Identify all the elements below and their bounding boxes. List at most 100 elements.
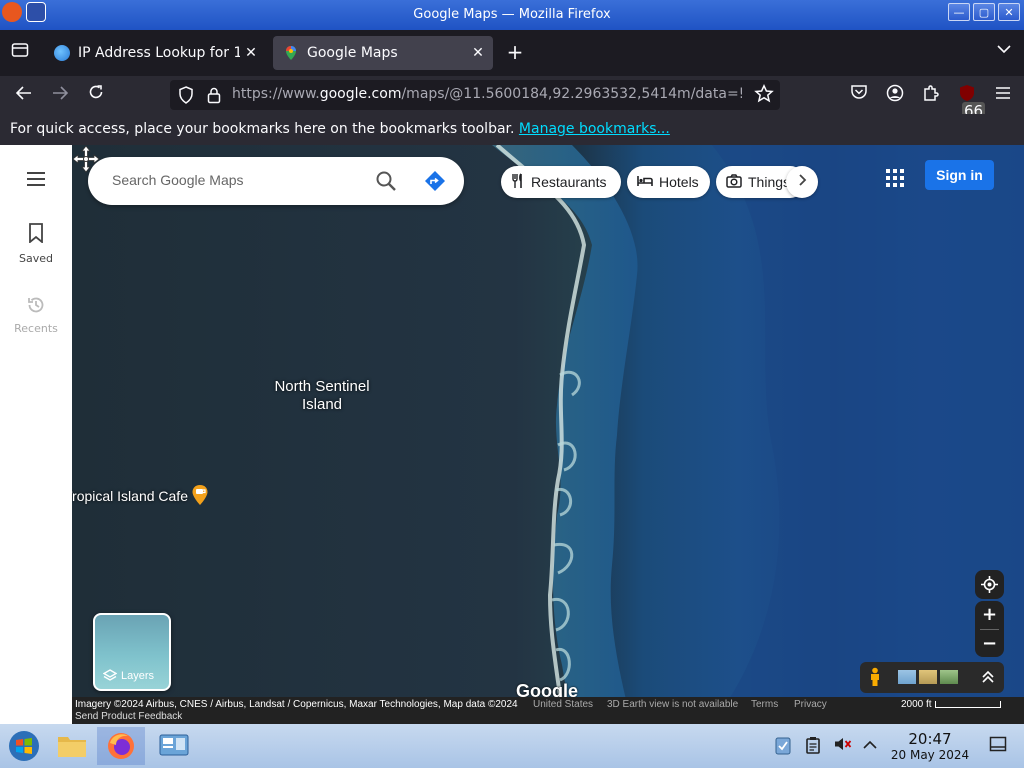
country-link[interactable]: United States [533, 699, 593, 710]
saved-label: Saved [19, 252, 53, 265]
expand-up-icon[interactable] [982, 670, 994, 684]
firefox-icon [108, 733, 134, 759]
chips-next-button[interactable] [786, 166, 818, 198]
manage-bookmarks-link[interactable]: Manage bookmarks... [519, 121, 670, 137]
url-text[interactable]: https://www.google.com/maps/@11.5600184,… [232, 86, 742, 102]
layers-button[interactable]: Layers [93, 613, 171, 691]
forward-button[interactable] [48, 84, 72, 106]
tab-close-icon[interactable]: ✕ [240, 45, 262, 61]
location-crosshair-icon [981, 576, 998, 593]
recents-label: Recents [14, 322, 58, 335]
place-label-north-sentinel[interactable]: North Sentinel Island [262, 378, 382, 414]
fork-knife-icon [511, 172, 525, 192]
recents-button[interactable]: Recents [0, 295, 72, 335]
search-icon[interactable] [374, 169, 398, 193]
clock[interactable]: 20:47 20 May 2024 [880, 730, 980, 762]
volume-muted-icon[interactable] [833, 736, 853, 756]
imagery-thumbnail-3[interactable] [940, 670, 958, 684]
maximize-button[interactable]: ▢ [973, 3, 995, 21]
globe-icon [54, 45, 70, 61]
tray-expand-chevron-icon[interactable] [860, 736, 880, 756]
tab-ip-lookup[interactable]: IP Address Lookup for 14 ✕ [44, 36, 266, 70]
chip-restaurants[interactable]: Restaurants [501, 166, 621, 198]
close-button[interactable]: ✕ [998, 3, 1020, 21]
hamburger-menu-icon [996, 87, 1010, 99]
map-footer: Imagery ©2024 Airbus, CNES / Airbus, Lan… [72, 697, 1024, 724]
bookmark-icon [29, 223, 43, 244]
layers-label-row: Layers [103, 669, 154, 683]
scale-label[interactable]: 2000 ft [901, 699, 932, 710]
hamburger-menu-icon [27, 172, 45, 186]
pocket-button[interactable] [848, 84, 870, 106]
earth-view-notice: 3D Earth view is not available [607, 699, 739, 710]
chip-label: Restaurants [531, 174, 607, 190]
back-button[interactable] [12, 84, 36, 106]
terms-link[interactable]: Terms [751, 699, 778, 710]
chip-label: Hotels [659, 174, 699, 190]
clipboard-tray-icon[interactable] [803, 736, 823, 756]
pocket-icon [851, 85, 867, 99]
minimize-button[interactable]: — [948, 3, 970, 21]
account-button[interactable] [884, 84, 906, 106]
search-input[interactable]: Search Google Maps [112, 172, 244, 188]
bookmark-star-icon[interactable] [754, 84, 774, 104]
network-tray-icon[interactable] [773, 736, 793, 756]
app-menu-button[interactable] [992, 84, 1014, 106]
control-panel-button[interactable] [150, 727, 198, 765]
account-icon [886, 84, 904, 102]
main-menu-button[interactable] [0, 171, 72, 190]
extensions-button[interactable] [920, 84, 942, 106]
send-feedback-link[interactable]: Send Product Feedback [75, 711, 182, 722]
firefox-view-button[interactable] [8, 42, 32, 64]
page-content: Saved Recents North Sentinel Island Trop… [0, 145, 1024, 724]
maps-pin-icon [283, 45, 299, 61]
url-bar[interactable]: https://www.google.com/maps/@11.5600184,… [170, 80, 780, 110]
satellite-map[interactable]: North Sentinel Island Tropical Island Ca… [72, 145, 1024, 724]
file-manager-button[interactable] [48, 727, 96, 765]
new-tab-button[interactable]: + [503, 42, 527, 64]
firefox-taskbar-button[interactable] [97, 727, 145, 765]
saved-button[interactable]: Saved [0, 223, 72, 265]
taskbar: 20:47 20 May 2024 [0, 724, 1024, 768]
list-all-tabs-button[interactable] [994, 42, 1014, 64]
pegman-icon[interactable] [869, 667, 881, 687]
navigation-toolbar: https://www.google.com/maps/@11.5600184,… [0, 76, 1024, 120]
sign-in-button[interactable]: Sign in [925, 160, 994, 190]
my-location-button[interactable] [975, 570, 1004, 599]
tracking-protection-shield-icon[interactable] [178, 86, 194, 104]
bottom-map-controls [860, 662, 1004, 693]
zoom-in-button[interactable]: + [975, 601, 1004, 629]
folder-icon [58, 737, 86, 757]
window-title: Google Maps — Mozilla Firefox [413, 7, 611, 22]
reload-button[interactable] [84, 84, 108, 106]
bookmarks-hint: For quick access, place your bookmarks h… [10, 121, 515, 137]
arrow-right-icon [53, 86, 69, 100]
clock-date: 20 May 2024 [890, 748, 970, 762]
google-apps-grid-icon[interactable] [884, 167, 906, 189]
ublock-extension-button[interactable]: 66 [956, 84, 986, 120]
poi-label-tropical-island-cafe[interactable]: Tropical Island Cafe [72, 488, 188, 504]
zoom-out-button[interactable]: − [975, 630, 1004, 658]
privacy-link[interactable]: Privacy [794, 699, 827, 710]
imagery-thumbnail-2[interactable] [919, 670, 937, 684]
directions-icon[interactable] [424, 170, 446, 192]
scale-bar [935, 701, 1001, 708]
chip-hotels[interactable]: Hotels [627, 166, 710, 198]
layers-icon [103, 669, 117, 681]
reload-icon [89, 85, 103, 99]
clock-time: 20:47 [908, 730, 952, 748]
bookmarks-toolbar: For quick access, place your bookmarks h… [0, 114, 1024, 145]
tab-google-maps[interactable]: Google Maps ✕ [273, 36, 493, 70]
search-box[interactable]: Search Google Maps [88, 157, 464, 205]
chip-label: Things [748, 174, 791, 190]
history-icon [28, 297, 44, 313]
show-desktop-button[interactable] [988, 736, 1008, 756]
toolbar-actions: 66 [848, 84, 1014, 120]
start-button[interactable] [0, 727, 48, 765]
cafe-pin-icon[interactable] [191, 484, 209, 506]
tab-label: Google Maps [307, 45, 398, 61]
imagery-thumbnail-1[interactable] [898, 670, 916, 684]
lock-icon[interactable] [206, 86, 222, 104]
tab-close-icon[interactable]: ✕ [467, 45, 489, 61]
chevron-right-icon [799, 174, 807, 186]
